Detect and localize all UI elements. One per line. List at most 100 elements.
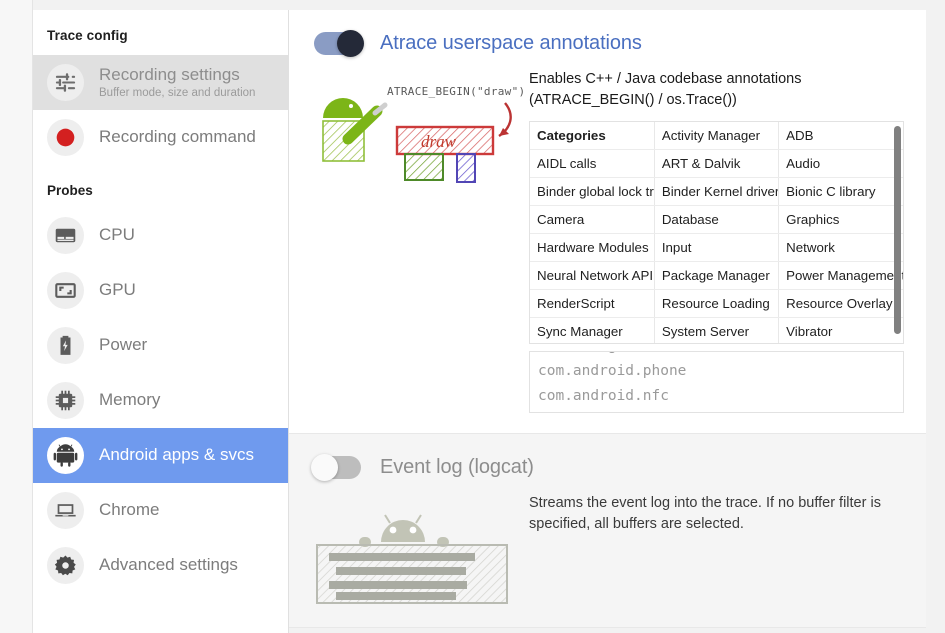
sidebar-item-memory-text: Memory [99,390,160,410]
logcat-sketch-svg [316,514,508,605]
table-cell[interactable]: AIDL calls [530,149,655,179]
probe-atrace-body: ATRACE_BEGIN("draw"); draw Enables C++ /… [289,55,926,433]
sidebar-item-power-text: Power [99,335,147,355]
table-row[interactable]: Sync Manager System Server Vibrator [530,317,903,344]
sidebar-item-label: Power [99,335,148,355]
android-icon [47,437,84,474]
sidebar-item-recording-settings[interactable]: Recording settings Buffer mode, size and… [33,55,288,110]
sidebar-item-gpu-text: GPU [99,280,136,300]
sidebar-item-recording-settings-text: Recording settings Buffer mode, size and… [99,65,255,100]
table-cell[interactable]: Vibrator [778,317,903,344]
table-cell[interactable]: System Server [654,317,780,344]
table-cell[interactable]: Audio [778,149,903,179]
atrace-apps-textarea-value[interactable]: line, e.g.: com.android.phone com.androi… [538,352,895,409]
logcat-toggle[interactable] [311,454,361,482]
probe-logcat-body: Streams the event log into the trace. If… [289,479,926,627]
logcat-sketch-illustration [289,493,529,607]
logcat-toggle-knob [311,454,338,482]
categories-scrollbar-thumb[interactable] [894,126,901,335]
record-page: Trace config Recording settings Buffer m… [0,0,945,633]
sidebar-item-recording-command-text: Recording command [99,127,256,147]
table-row[interactable]: Binder global lock trace Binder Kernel d… [530,177,903,207]
memory-chip-icon [47,382,84,419]
logcat-right-column: Streams the event log into the trace. If… [529,493,926,607]
sidebar-item-label: Memory [99,390,161,410]
table-cell[interactable]: Database [654,205,780,235]
sidebar: Trace config Recording settings Buffer m… [33,10,289,633]
sidebar-item-advanced-settings[interactable]: Advanced settings [33,538,288,593]
table-cell[interactable]: ART & Dalvik [654,149,780,179]
sidebar-item-gpu[interactable]: GPU [33,263,288,318]
atrace-toggle[interactable] [314,30,364,57]
atrace-sketch-svg: ATRACE_BEGIN("draw"); draw [322,85,524,183]
sidebar-item-cpu[interactable]: CPU [33,208,288,263]
probe-atrace-description: Enables C++ / Java codebase annotations … [529,71,802,108]
table-cell[interactable]: Graphics [778,205,903,235]
table-cell[interactable]: Categories [530,122,655,151]
page-left-gutter [0,0,33,633]
atrace-categories-table-wrapper[interactable]: Categories Activity Manager ADB AIDL cal… [529,121,904,345]
table-row[interactable]: Camera Database Graphics [530,205,903,235]
atrace-toggle-knob [337,30,364,57]
sidebar-header-trace-config: Trace config [47,28,128,43]
sidebar-item-power[interactable]: Power [33,318,288,373]
laptop-icon [47,492,84,529]
atrace-apps-textarea[interactable]: line, e.g.: com.android.phone com.androi… [529,351,904,414]
sidebar-item-label: Recording command [99,127,256,147]
table-cell[interactable]: Binder global lock trace [530,177,655,207]
table-cell[interactable]: Hardware Modules [530,233,655,263]
atrace-right-column: Enables C++ / Java codebase annotations … [529,69,926,414]
sidebar-item-chrome[interactable]: Chrome [33,483,288,538]
sidebar-item-memory[interactable]: Memory [33,373,288,428]
table-row[interactable]: Neural Network API Package Manager Power… [530,261,903,291]
probe-logcat-description: Streams the event log into the trace. If… [529,495,881,532]
probe-event-log-logcat: Event log (logcat) Streams the event log… [289,434,926,629]
gpu-icon [47,272,84,309]
probe-atrace-userspace-annotations: Atrace userspace annotations ATRACE_BEGI… [289,10,926,435]
atrace-sketch-code: ATRACE_BEGIN("draw"); [387,85,524,98]
table-cell[interactable]: Activity Manager [654,122,780,151]
table-cell[interactable]: Resource Overlay [778,289,903,319]
sidebar-item-label: Android apps & svcs [99,445,254,465]
table-cell[interactable]: ADB [778,122,903,151]
sidebar-item-label: Recording settings [99,65,240,85]
record-circle-icon [47,119,84,156]
atrace-sketch-slice-label: draw [421,132,457,151]
sidebar-item-sublabel: Buffer mode, size and duration [99,86,256,99]
sidebar-item-android-apps-svcs[interactable]: Android apps & svcs [33,428,288,483]
sidebar-item-chrome-text: Chrome [99,500,159,520]
sidebar-item-label: GPU [99,280,136,300]
cpu-icon [47,217,84,254]
sidebar-item-label: Advanced settings [99,555,238,575]
sidebar-item-recording-command[interactable]: Recording command [33,110,288,165]
probe-logcat-header: Event log (logcat) [289,454,926,482]
table-cell[interactable]: RenderScript [530,289,655,319]
table-cell[interactable]: Input [654,233,780,263]
probes-panel: Atrace userspace annotations ATRACE_BEGI… [289,10,926,633]
sidebar-header-probes: Probes [47,183,93,198]
battery-bolt-icon [47,327,84,364]
table-row[interactable]: Hardware Modules Input Network [530,233,903,263]
sidebar-item-advanced-settings-text: Advanced settings [99,555,238,575]
table-cell[interactable]: Camera [530,205,655,235]
sidebar-item-label: Chrome [99,500,160,520]
table-cell[interactable]: Package Manager [654,261,780,291]
sidebar-item-cpu-text: CPU [99,225,135,245]
probe-atrace-header: Atrace userspace annotations [289,30,926,57]
atrace-categories-table: Categories Activity Manager ADB AIDL cal… [530,122,903,344]
table-cell[interactable]: Neural Network API [530,261,655,291]
table-cell[interactable]: Sync Manager [530,317,655,344]
table-cell[interactable]: Binder Kernel driver [654,177,780,207]
table-cell[interactable]: Bionic C library [778,177,903,207]
sidebar-item-label: CPU [99,225,135,245]
table-row[interactable]: AIDL calls ART & Dalvik Audio [530,149,903,179]
table-cell[interactable]: Power Management [778,261,903,291]
atrace-sketch-illustration: ATRACE_BEGIN("draw"); draw [289,69,529,413]
table-row[interactable]: Categories Activity Manager ADB [530,122,903,151]
table-row[interactable]: RenderScript Resource Loading Resource O… [530,289,903,319]
gear-icon [47,547,84,584]
table-cell[interactable]: Network [778,233,903,263]
table-cell[interactable]: Resource Loading [654,289,780,319]
atrace-categories-table-body: Categories Activity Manager ADB AIDL cal… [530,122,903,344]
sidebar-item-android-apps-svcs-text: Android apps & svcs [99,445,254,465]
